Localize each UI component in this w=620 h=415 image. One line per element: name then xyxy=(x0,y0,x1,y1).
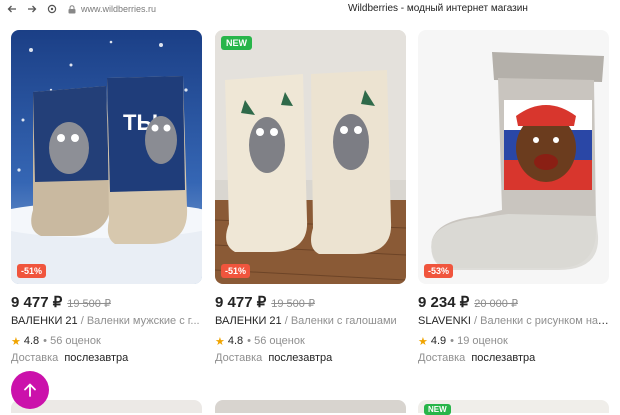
new-badge: NEW xyxy=(424,404,451,415)
old-price: 19 500 ₽ xyxy=(67,298,111,310)
product-card[interactable]: -53% 9 234 ₽ 20 000 ₽ SLAVENKI / Валенки… xyxy=(418,30,610,368)
delivery-date: послезавтра xyxy=(64,352,129,364)
reload-button[interactable] xyxy=(44,1,60,17)
felt-boot-image xyxy=(418,30,609,284)
address-bar[interactable]: www.wildberries.ru xyxy=(68,4,156,14)
delivery-date: послезавтра xyxy=(268,352,333,364)
product-title[interactable]: ВАЛЕНКИ 21 / Валенки мужские с г... xyxy=(11,315,203,330)
new-badge: NEW xyxy=(221,36,252,50)
felt-boots-image: ТЫ xyxy=(11,30,202,284)
rating-row: ★ 4.8 • 56 оценок xyxy=(11,333,203,349)
product-card[interactable]: NEW -51% 9 477 ₽ 19 500 ₽ ВАЛЕНКИ 21 / В… xyxy=(215,30,407,368)
review-count: • 19 оценок xyxy=(450,335,508,347)
product-photo-peek[interactable] xyxy=(215,400,406,413)
scroll-to-top-button[interactable] xyxy=(11,371,49,409)
product-photo[interactable]: -53% xyxy=(418,30,609,284)
brand-name: SLAVENKI xyxy=(418,315,471,327)
brand-name: ВАЛЕНКИ 21 xyxy=(11,315,78,327)
delivery-label: Доставка xyxy=(215,352,263,364)
page-title: Wildberries - модный интернет магазин xyxy=(348,3,528,14)
price-row: 9 234 ₽ 20 000 ₽ xyxy=(418,293,610,313)
discount-badge: -53% xyxy=(424,264,454,278)
old-price: 20 000 ₽ xyxy=(474,298,518,310)
delivery-label: Доставка xyxy=(11,352,59,364)
product-title[interactable]: SLAVENKI / Валенки с рисунком нат... xyxy=(418,315,610,330)
brand-name: ВАЛЕНКИ 21 xyxy=(215,315,282,327)
product-name: / Валенки мужские с г... xyxy=(77,315,200,327)
discount-badge: -51% xyxy=(17,264,47,278)
current-price: 9 477 ₽ xyxy=(11,294,63,311)
delivery-row: Доставка послезавтра xyxy=(418,352,610,368)
rating-value: 4.8 xyxy=(23,335,40,347)
star-icon: ★ xyxy=(11,335,21,348)
address-text: www.wildberries.ru xyxy=(81,4,157,14)
forward-button[interactable] xyxy=(24,1,40,17)
product-name: / Валенки с галошами xyxy=(281,315,397,327)
felt-boots-image xyxy=(215,30,406,284)
browser-toolbar: www.wildberries.ru Wildberries - модный … xyxy=(0,0,620,18)
delivery-label: Доставка xyxy=(418,352,466,364)
review-count: • 56 оценок xyxy=(247,335,305,347)
delivery-row: Доставка послезавтра xyxy=(11,352,203,368)
product-title[interactable]: ВАЛЕНКИ 21 / Валенки с галошами xyxy=(215,315,407,330)
star-icon: ★ xyxy=(215,335,225,348)
arrow-left-icon xyxy=(7,5,16,13)
product-card[interactable]: ТЫ -51% 9 477 ₽ 19 500 ₽ ВАЛЕНКИ 21 / Ва… xyxy=(11,30,203,368)
lock-icon xyxy=(68,4,76,13)
reload-icon xyxy=(47,4,57,14)
price-row: 9 477 ₽ 19 500 ₽ xyxy=(11,293,203,313)
rating-value: 4.9 xyxy=(430,335,447,347)
old-price: 19 500 ₽ xyxy=(271,298,315,310)
star-icon: ★ xyxy=(418,335,428,348)
product-name: / Валенки с рисунком нат... xyxy=(471,315,610,327)
product-photo[interactable]: ТЫ -51% xyxy=(11,30,202,284)
rating-row: ★ 4.8 • 56 оценок xyxy=(215,333,407,349)
product-photo[interactable]: NEW -51% xyxy=(215,30,406,284)
product-grid: ТЫ -51% 9 477 ₽ 19 500 ₽ ВАЛЕНКИ 21 / Ва… xyxy=(0,18,620,415)
delivery-row: Доставка послезавтра xyxy=(215,352,407,368)
back-button[interactable] xyxy=(4,1,20,17)
arrow-up-icon xyxy=(24,383,36,397)
arrow-right-icon xyxy=(28,5,37,13)
current-price: 9 477 ₽ xyxy=(215,294,267,311)
rating-row: ★ 4.9 • 19 оценок xyxy=(418,333,610,349)
current-price: 9 234 ₽ xyxy=(418,294,470,311)
delivery-date: послезавтра xyxy=(471,352,536,364)
price-row: 9 477 ₽ 19 500 ₽ xyxy=(215,293,407,313)
discount-badge: -51% xyxy=(221,264,251,278)
review-count: • 56 оценок xyxy=(43,335,101,347)
rating-value: 4.8 xyxy=(227,335,244,347)
